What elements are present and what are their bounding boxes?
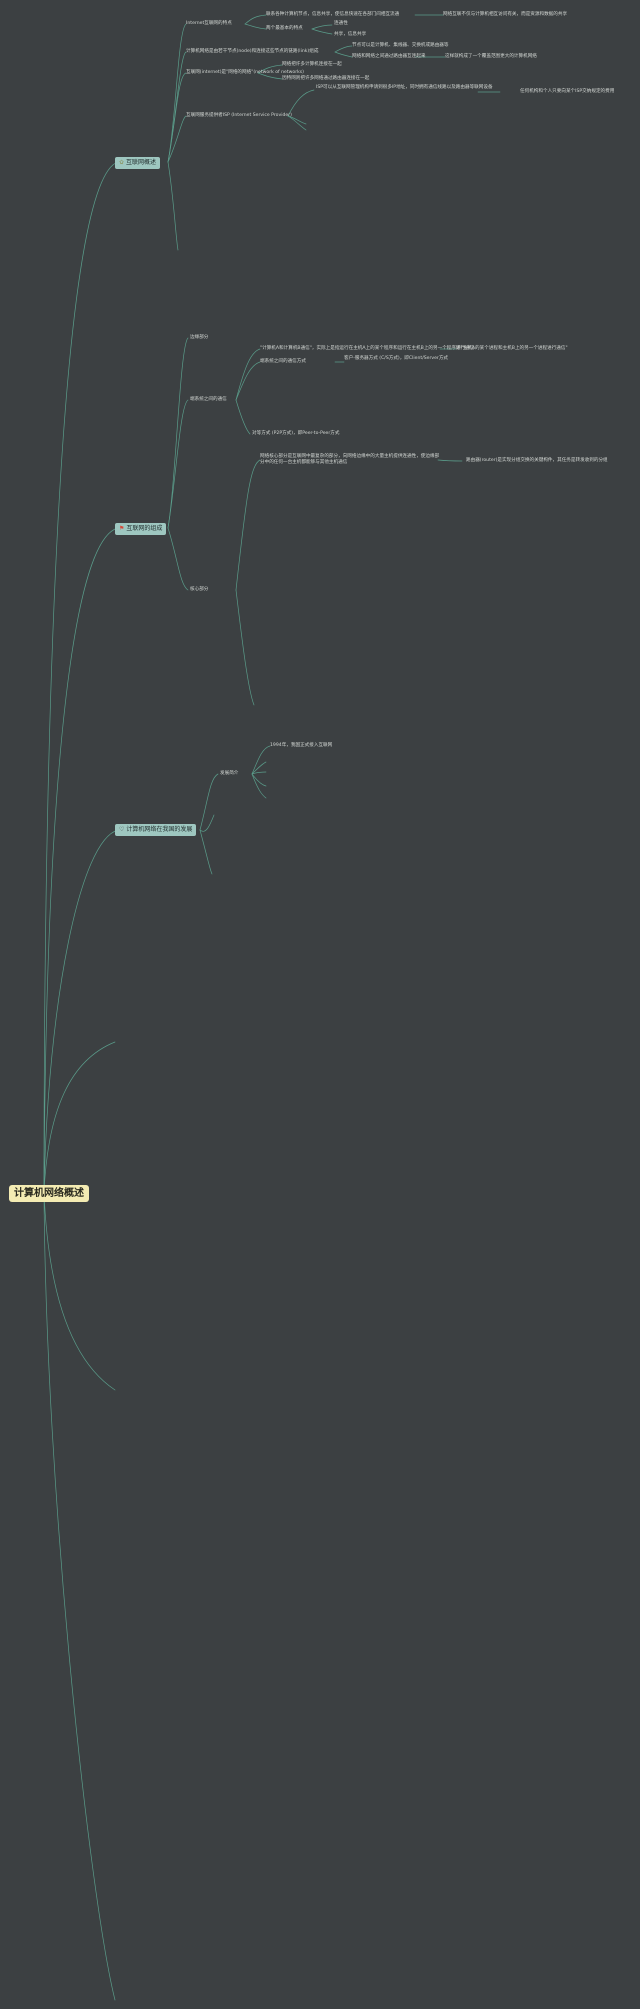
topic-label: 互联网的组成 bbox=[126, 525, 163, 532]
node-two-features[interactable]: 两个最基本的特点 bbox=[266, 26, 303, 32]
branch-root-topic2 bbox=[43, 527, 119, 1193]
branch-root-topic4 bbox=[43, 1041, 116, 1193]
node-end-system-communication[interactable]: 端系统之间的通信 bbox=[190, 397, 227, 403]
node-client-server[interactable]: 客户-服务器方式 (C/S方式)，即Client/Server方式 bbox=[344, 356, 492, 362]
topic-label: 计算机网络在我国的发展 bbox=[126, 826, 193, 833]
node-network-definition[interactable]: 计算机网络是由若干节点(node)和连接这些节点的链路(link)组成 bbox=[186, 49, 318, 55]
node-isp-fee[interactable]: 任何机构和个人只要向某个ISP交纳规定的费用 bbox=[520, 89, 614, 95]
node-network-connects-computers[interactable]: 网络把许多计算机连接在一起 bbox=[282, 62, 342, 68]
node-isp[interactable]: 互联网服务提供者ISP (Internet Service Provider) bbox=[186, 113, 292, 119]
node-larger-network[interactable]: 这样就构成了一个覆盖范围更大的计算机网络 bbox=[445, 54, 537, 60]
node-internet-features[interactable]: Internet互联网的特点 bbox=[186, 21, 232, 27]
node-process-detail[interactable]: 即"主机A的某个进程和主机B上的另一个进程进行通信" bbox=[456, 346, 568, 352]
mind-map-canvas bbox=[43, 14, 501, 2001]
node-peer-to-peer[interactable]: 对等方式 (P2P方式)，即Peer-to-Peer方式 bbox=[252, 431, 339, 437]
node-1994-connection[interactable]: 1994年，我国正式接入互联网 bbox=[270, 743, 332, 749]
heart-icon: ♡ bbox=[119, 826, 125, 833]
root-node[interactable]: 计算机网络概述 bbox=[9, 1185, 89, 1202]
node-nodes-types[interactable]: 节点可以是计算机、集线器、交换机或路由器等 bbox=[352, 43, 448, 49]
node-router-packet-switching[interactable]: 路由器(router)是实现分组交换的关键构件，其任务是转发收到的分组 bbox=[466, 458, 608, 464]
node-internet-connects-networks[interactable]: 因特网则把许多网络通过路由器连接在一起 bbox=[282, 76, 369, 82]
node-communication-modes[interactable]: 端系统之间的通信方式 bbox=[260, 359, 306, 365]
node-sharing[interactable]: 共享，信息共享 bbox=[334, 32, 366, 38]
node-core-part[interactable]: 核心部分 bbox=[190, 587, 208, 593]
node-isp-ip-address[interactable]: ISP可以从互联网管理机构申请到很多IP地址，同时拥有通信线路以及路由器等联网设… bbox=[316, 85, 496, 91]
node-process-communication[interactable]: "计算机A和计算机B通信"，实际上是指运行在主机A上的某个程序和运行在主机B上的… bbox=[260, 346, 474, 352]
star-icon: ✩ bbox=[119, 159, 125, 166]
node-development-intro[interactable]: 发展简介 bbox=[220, 771, 238, 777]
topic-internet-overview[interactable]: ✩ 互联网概述 bbox=[115, 157, 161, 169]
node-info-sharing[interactable]: 联系各种计算机节点，信息共享，使信息快速在各部门间相互流通 bbox=[266, 12, 399, 18]
node-edge-part[interactable]: 边缘部分 bbox=[190, 335, 208, 341]
branch-root-topic5 bbox=[43, 1191, 116, 1391]
branch-root-topic6 bbox=[43, 1191, 116, 2001]
topic-china-network-development[interactable]: ♡ 计算机网络在我国的发展 bbox=[115, 824, 197, 836]
node-core-complexity[interactable]: 网络核心部分是互联网中最复杂的部分，向网络边缘中的大量主机提供连通性，使边缘部分… bbox=[260, 454, 440, 466]
node-router-interconnect[interactable]: 网络和网络之间通过路由器互连起来 bbox=[352, 54, 426, 60]
node-resource-sharing[interactable]: 网络互联不仅与计算机相互访问有关，而是资源和数据的共享 bbox=[443, 12, 567, 18]
branch-root-topic1 bbox=[43, 161, 119, 1193]
topic-label: 互联网概述 bbox=[126, 159, 157, 166]
flag-icon: ⚑ bbox=[119, 525, 125, 532]
topic-internet-composition[interactable]: ⚑ 互联网的组成 bbox=[115, 523, 167, 535]
node-connectivity[interactable]: 连通性 bbox=[334, 21, 348, 27]
branch-root-topic3 bbox=[43, 829, 119, 1193]
